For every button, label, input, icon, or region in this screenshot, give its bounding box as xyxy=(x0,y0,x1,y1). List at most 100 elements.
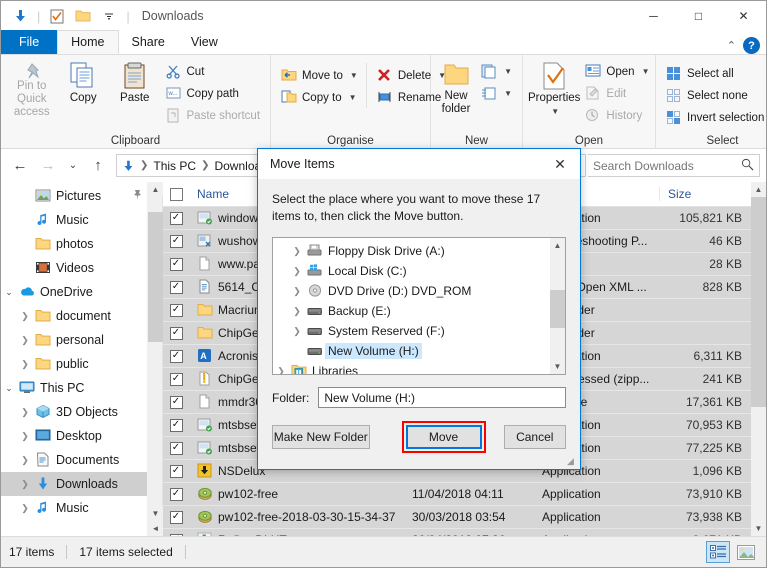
row-checkbox-box[interactable]: ✓ xyxy=(169,372,183,386)
make-new-folder-button[interactable]: Make New Folder xyxy=(272,425,370,449)
pin-icon[interactable] xyxy=(132,189,143,204)
row-checkbox-box[interactable]: ✓ xyxy=(169,510,183,524)
tree-scroll-up-icon[interactable]: ▲ xyxy=(550,238,565,253)
minimize-button[interactable]: ─ xyxy=(631,1,676,31)
chevron-down-icon[interactable] xyxy=(98,5,120,27)
tree-item-floppy-disk-drive-a-[interactable]: ❯ Floppy Disk Drive (A:) xyxy=(273,241,565,261)
chevron-right-icon[interactable]: ❯ xyxy=(289,306,305,317)
chevron-right-icon[interactable]: ❯ xyxy=(289,246,305,257)
chevron-right-icon[interactable]: ❯ xyxy=(17,311,33,322)
chevron-right-icon[interactable]: ❯ xyxy=(17,503,33,514)
chevron-right-icon[interactable]: ❯ xyxy=(17,359,33,370)
nav-scroll-thumb[interactable] xyxy=(148,212,163,342)
search-input[interactable]: Search Downloads xyxy=(588,154,760,177)
chevron-right-icon[interactable]: ❯ xyxy=(17,455,33,466)
row-checkbox-box[interactable]: ✓ xyxy=(169,349,183,363)
close-button[interactable]: ✕ xyxy=(721,1,766,31)
row-checkbox[interactable]: ✓ xyxy=(163,441,189,455)
file-scroll-up-icon[interactable]: ▲ xyxy=(751,182,766,197)
row-checkbox[interactable]: ✓ xyxy=(163,280,189,294)
row-checkbox[interactable]: ✓ xyxy=(163,487,189,501)
paste-button[interactable]: Paste xyxy=(109,59,161,105)
open-button[interactable]: Open ▼ xyxy=(580,61,654,82)
row-checkbox[interactable]: ✓ xyxy=(163,326,189,340)
row-checkbox[interactable]: ✓ xyxy=(163,464,189,478)
chevron-down-icon[interactable]: ⌄ xyxy=(1,383,17,394)
row-checkbox[interactable]: ✓ xyxy=(163,372,189,386)
column-header-size[interactable]: Size xyxy=(659,187,754,201)
row-checkbox[interactable]: ✓ xyxy=(163,349,189,363)
row-checkbox[interactable]: ✓ xyxy=(163,303,189,317)
select-none-button[interactable]: Select none xyxy=(661,85,766,106)
tree-item-libraries[interactable]: ❯ Libraries xyxy=(273,361,565,375)
sidebar-item-documents[interactable]: ❯ Documents xyxy=(1,448,147,472)
chevron-right-icon[interactable]: ❯ xyxy=(17,407,33,418)
chevron-right-icon[interactable]: ❯ xyxy=(289,266,305,277)
nav-scroll-down-icon[interactable]: ▼ xyxy=(148,506,163,521)
tab-share[interactable]: Share xyxy=(119,30,178,54)
file-list-scrollbar[interactable]: ▲ ▼ xyxy=(751,182,766,536)
dialog-close-button[interactable]: ✕ xyxy=(540,149,580,179)
sidebar-item-pictures[interactable]: Pictures xyxy=(1,184,147,208)
sidebar-item-downloads[interactable]: ❯ Downloads xyxy=(1,472,147,496)
properties-icon[interactable] xyxy=(46,5,68,27)
chevron-right-icon[interactable]: ❯ xyxy=(273,366,289,375)
copy-path-button[interactable]: w... Copy path xyxy=(161,83,266,104)
paste-shortcut-button[interactable]: Paste shortcut xyxy=(161,105,266,126)
history-button[interactable]: History xyxy=(580,105,654,126)
header-checkbox-box[interactable] xyxy=(169,187,183,201)
cut-button[interactable]: Cut xyxy=(161,61,266,82)
maximize-button[interactable]: □ xyxy=(676,1,721,31)
table-row[interactable]: ✓ pw102-free-2018-03-30-15-34-37 30/03/201… xyxy=(163,506,766,529)
recent-locations-button[interactable]: ⌄ xyxy=(63,154,83,178)
row-checkbox-box[interactable]: ✓ xyxy=(169,280,183,294)
tree-item-backup-e-[interactable]: ❯ Backup (E:) xyxy=(273,301,565,321)
sidebar-item-this-pc[interactable]: ⌄ This PC xyxy=(1,376,147,400)
help-icon[interactable]: ? xyxy=(743,37,760,54)
easy-access-button[interactable]: ▼ xyxy=(476,83,517,104)
row-checkbox-box[interactable]: ✓ xyxy=(169,234,183,248)
dialog-resize-grip[interactable]: ◢ xyxy=(567,456,577,466)
sidebar-item-document[interactable]: ❯ document xyxy=(1,304,147,328)
row-checkbox-box[interactable]: ✓ xyxy=(169,441,183,455)
breadcrumb-this-pc[interactable]: This PC xyxy=(153,159,196,173)
table-row[interactable]: ✓ReflectDLHT20/04/2018 07:36Application3… xyxy=(163,529,766,536)
row-checkbox-box[interactable]: ✓ xyxy=(169,487,183,501)
nav-scroll-up-icon[interactable]: ▲ xyxy=(148,182,163,197)
pin-to-quick-access-button[interactable]: Pin to Quick access xyxy=(6,59,58,119)
sidebar-item-onedrive[interactable]: ⌄ OneDrive xyxy=(1,280,147,304)
chevron-right-icon[interactable]: ❯ xyxy=(17,431,33,442)
row-checkbox-box[interactable]: ✓ xyxy=(169,326,183,340)
sidebar-item-desktop[interactable]: ❯ Desktop xyxy=(1,424,147,448)
sidebar-item-photos[interactable]: photos xyxy=(1,232,147,256)
row-checkbox[interactable]: ✓ xyxy=(163,510,189,524)
invert-selection-button[interactable]: Invert selection xyxy=(661,107,766,128)
tree-scroll-down-icon[interactable]: ▼ xyxy=(550,359,565,374)
row-checkbox-box[interactable]: ✓ xyxy=(169,303,183,317)
tree-item-dvd-drive-d-dvd-rom[interactable]: ❯ DVD Drive (D:) DVD_ROM xyxy=(273,281,565,301)
nav-scroll-left-icon[interactable]: ◄ xyxy=(148,521,163,536)
row-checkbox-box[interactable]: ✓ xyxy=(169,418,183,432)
chevron-right-icon[interactable]: ❯ xyxy=(17,335,33,346)
sidebar-item-music[interactable]: ❯ Music xyxy=(1,496,147,520)
file-scroll-thumb[interactable] xyxy=(751,197,766,407)
row-checkbox[interactable]: ✓ xyxy=(163,257,189,271)
move-to-button[interactable]: Move to ▼ xyxy=(276,65,363,86)
tree-item-system-reserved-f-[interactable]: ❯ System Reserved (F:) xyxy=(273,321,565,341)
copy-to-chevron-down-icon[interactable]: ▼ xyxy=(349,93,357,102)
sidebar-item-public[interactable]: ❯ public xyxy=(1,352,147,376)
back-button[interactable]: ← xyxy=(7,154,33,178)
sidebar-item-music[interactable]: Music xyxy=(1,208,147,232)
row-checkbox-box[interactable]: ✓ xyxy=(169,464,183,478)
tree-scrollbar[interactable]: ▲ ▼ xyxy=(550,238,565,374)
table-row[interactable]: ✓ pw102-free 11/04/2018 04:11 Application 73… xyxy=(163,483,766,506)
tree-item-local-disk-c-[interactable]: ❯ Local Disk (C:) xyxy=(273,261,565,281)
easy-access-chevron-down-icon[interactable]: ▼ xyxy=(504,89,512,98)
copy-button[interactable]: Copy xyxy=(58,59,110,105)
properties-chevron-down-icon[interactable]: ▼ xyxy=(551,105,559,118)
tab-view[interactable]: View xyxy=(178,30,231,54)
row-checkbox[interactable]: ✓ xyxy=(163,395,189,409)
chevron-right-icon[interactable]: ❯ xyxy=(289,326,305,337)
chevron-down-icon[interactable]: ⌄ xyxy=(1,287,17,298)
download-arrow-icon[interactable] xyxy=(9,5,31,27)
